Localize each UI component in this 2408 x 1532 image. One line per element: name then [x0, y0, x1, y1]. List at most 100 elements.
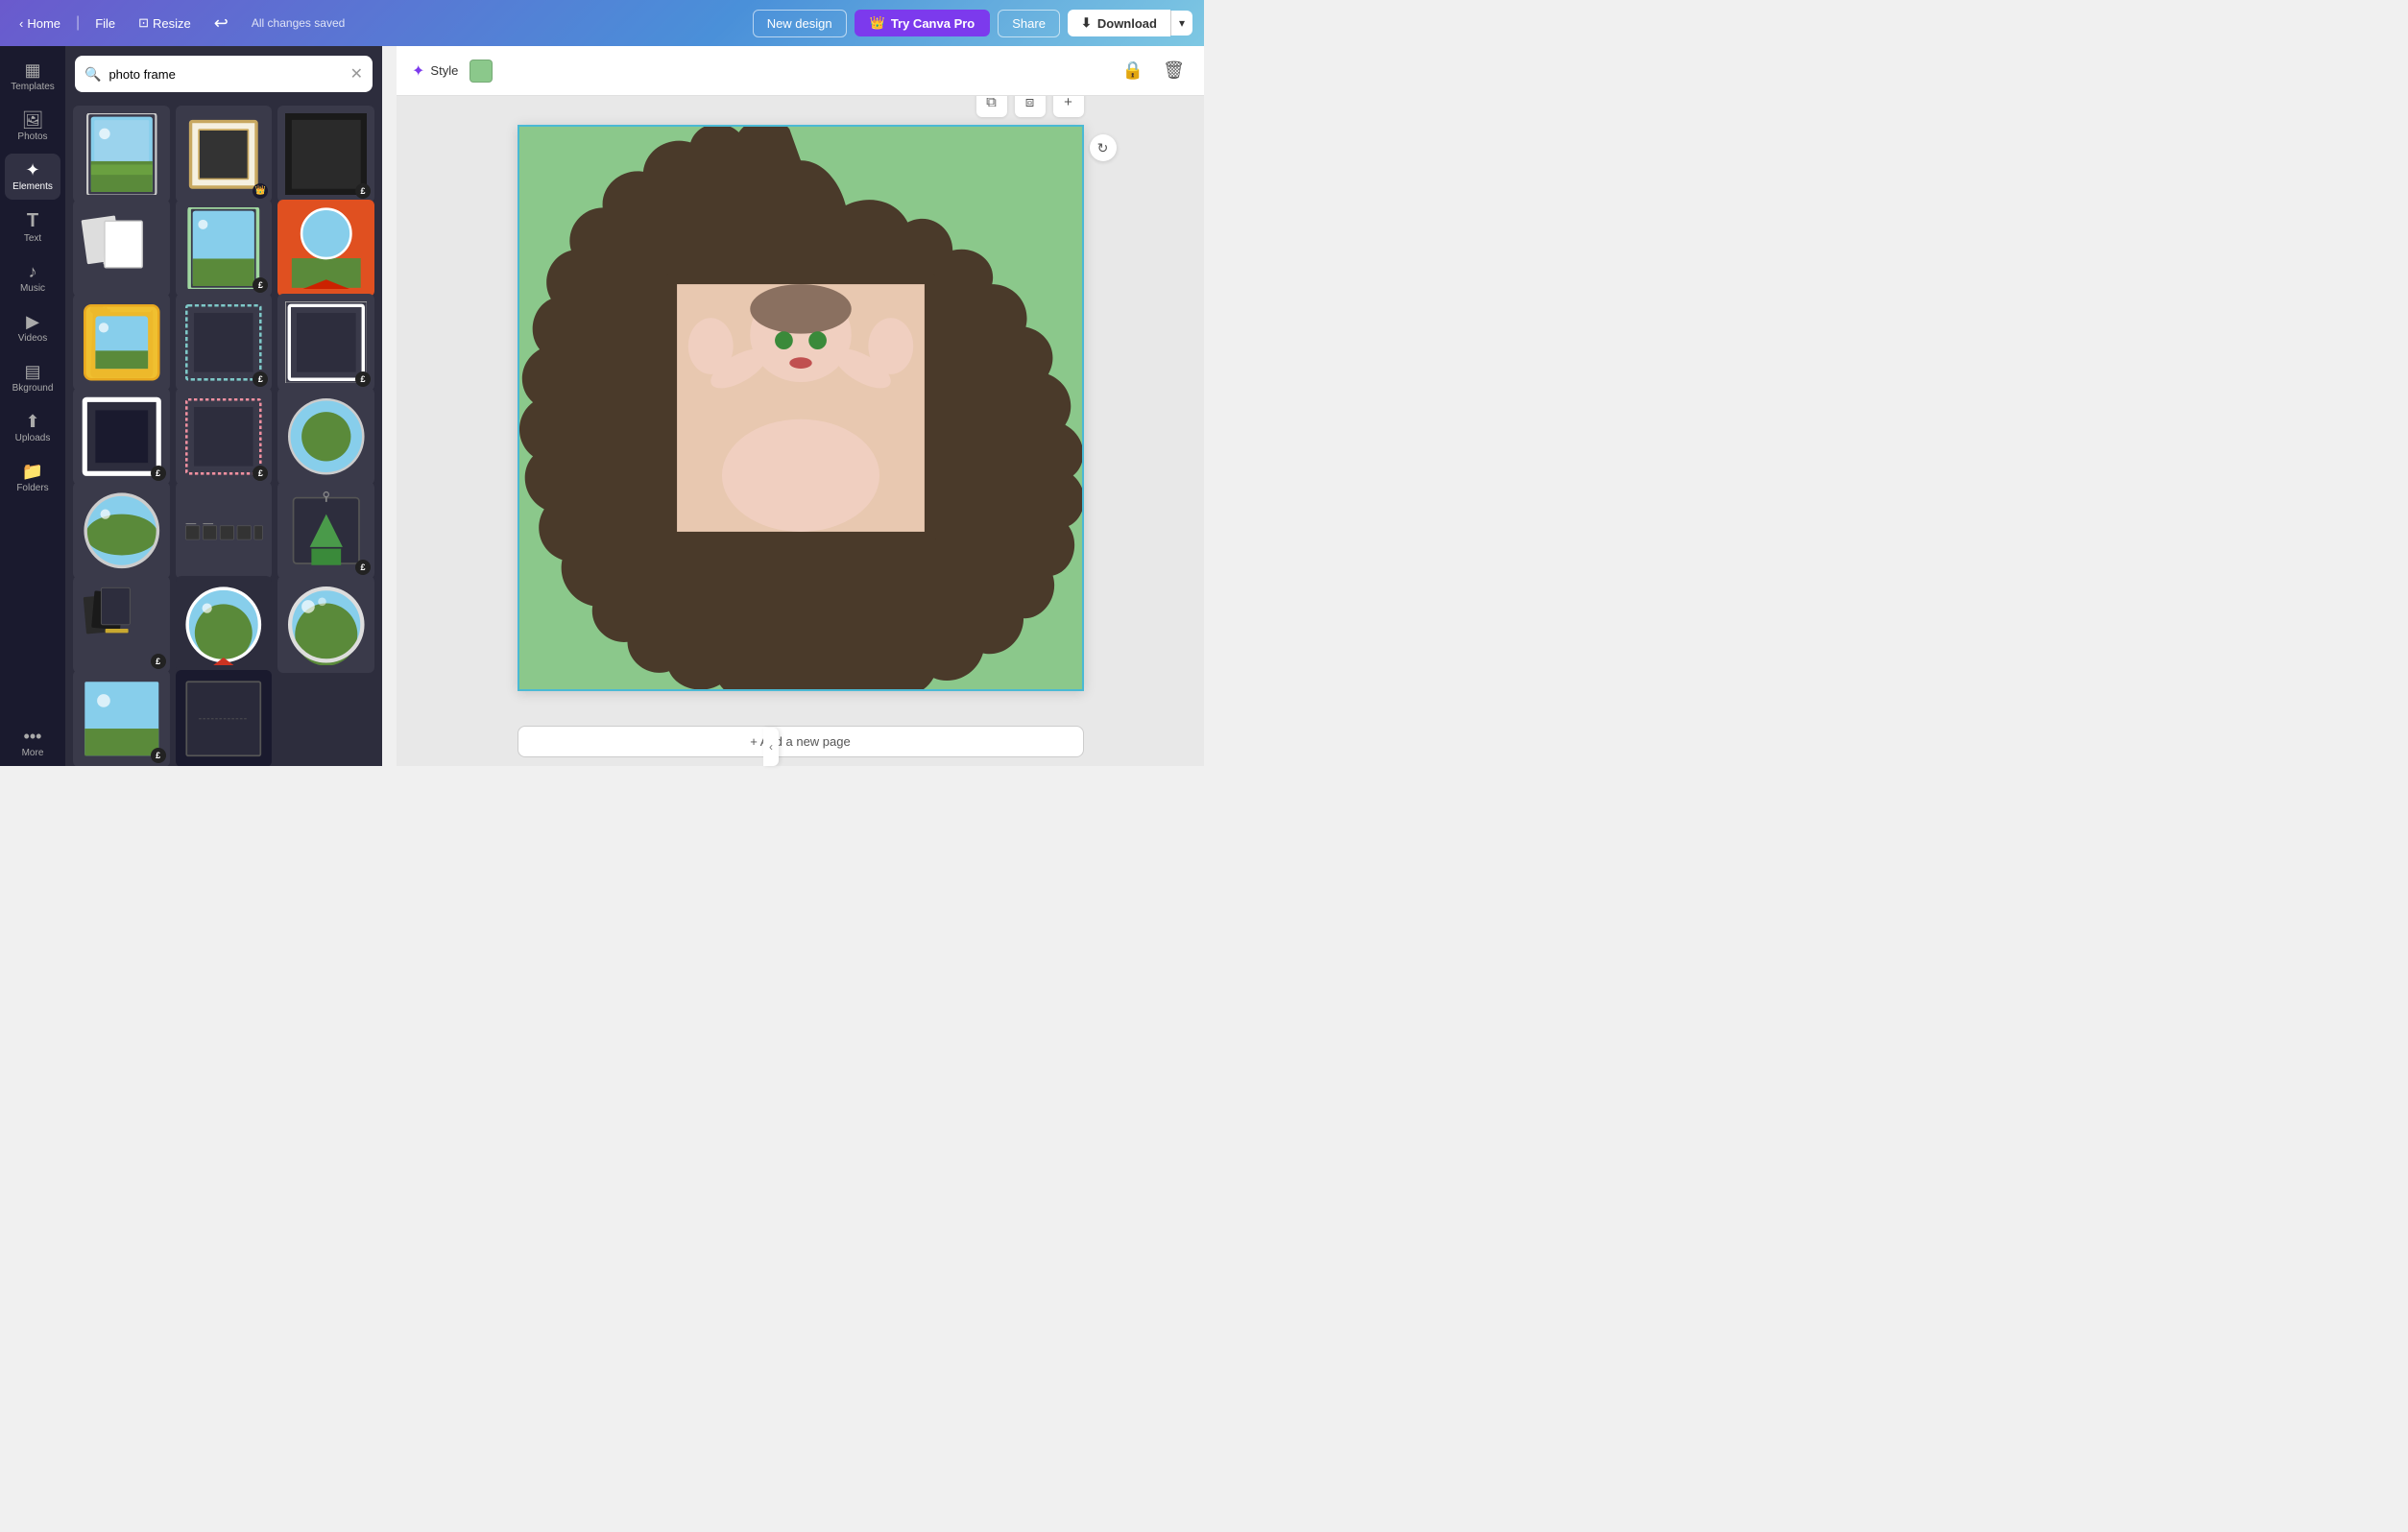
elements-icon: ✦ [25, 161, 39, 179]
home-button[interactable]: ‹ Home [12, 12, 68, 35]
frame-thumb-15[interactable]: £ [277, 482, 374, 579]
templates-label: Templates [11, 82, 55, 92]
topbar-left: ‹ Home | File ⊡ Resize ↩ All changes sav… [12, 10, 345, 37]
frame-thumb-10[interactable]: £ [73, 388, 170, 485]
new-design-button[interactable]: New design [753, 10, 847, 37]
style-bar-right: 🔒 🗑 [1119, 57, 1189, 84]
text-label: Text [24, 233, 41, 244]
frame-thumb-16[interactable]: £ [73, 576, 170, 673]
search-clear-button[interactable]: ✕ [350, 64, 363, 84]
frame-svg-9 [285, 301, 368, 384]
search-icon: 🔍 [84, 66, 101, 83]
free-badge-19: £ [151, 748, 166, 763]
search-input[interactable] [108, 67, 342, 82]
style-text: Style [430, 63, 458, 78]
main-frame-svg [519, 127, 1082, 689]
elements-label: Elements [12, 181, 53, 192]
sidebar-item-folders[interactable]: 📁 Folders [5, 455, 60, 501]
share-button[interactable]: Share [998, 10, 1060, 37]
frame-thumb-7[interactable] [73, 294, 170, 391]
download-icon: ⬇ [1081, 15, 1092, 31]
sidebar-item-more[interactable]: ••• More [5, 720, 60, 766]
frame-svg-4 [81, 207, 163, 290]
frame-thumb-1[interactable] [73, 106, 170, 203]
free-badge-15: £ [355, 560, 371, 575]
frame-thumb-9[interactable]: £ [277, 294, 374, 391]
free-badge-16: £ [151, 654, 166, 669]
try-pro-button[interactable]: 👑 Try Canva Pro [855, 10, 991, 36]
lock-button[interactable]: 🔒 [1119, 57, 1147, 84]
file-label: File [95, 16, 115, 31]
frame-thumb-12[interactable] [277, 388, 374, 485]
frame-svg-14 [182, 490, 265, 572]
frame-svg-7 [81, 301, 163, 384]
sidebar-item-templates[interactable]: ▦ Templates [5, 54, 60, 100]
panel-hide-button[interactable]: ‹ [763, 728, 779, 766]
sidebar-item-photos[interactable]: 🖼 Photos [5, 104, 60, 150]
frame-on-canvas [519, 127, 1082, 689]
add-page-icon-button[interactable]: + [1053, 96, 1084, 117]
sidebar-item-uploads[interactable]: ⬆ Uploads [5, 405, 60, 451]
sidebar-item-text[interactable]: T Text [5, 203, 60, 251]
right-eye [808, 331, 827, 349]
folders-icon: 📁 [22, 463, 43, 480]
hide-panel-icon: ‹ [769, 740, 773, 754]
frame-thumb-8[interactable]: £ [176, 294, 273, 391]
sidebar-item-elements[interactable]: ✦ Elements [5, 154, 60, 200]
add-page-bar: + Add a new page [397, 716, 1204, 766]
body-shape [721, 419, 879, 532]
duplicate-page-button[interactable]: ⧈ [1015, 96, 1046, 117]
videos-icon: ▶ [26, 313, 39, 330]
more-icon: ••• [24, 728, 42, 745]
results-grid: 👑 £ [65, 102, 382, 766]
free-badge-11: £ [253, 466, 268, 481]
frame-svg-6 [285, 207, 368, 290]
separator: | [76, 14, 80, 32]
frame-thumb-20[interactable] [176, 670, 273, 766]
frame-svg-1 [81, 113, 163, 196]
search-bar: 🔍 ✕ [75, 56, 373, 92]
topbar: ‹ Home | File ⊡ Resize ↩ All changes sav… [0, 0, 1204, 46]
frame-thumb-2[interactable]: 👑 [176, 106, 273, 203]
delete-button[interactable]: 🗑 [1159, 57, 1189, 84]
videos-label: Videos [18, 333, 47, 344]
canvas-refresh-button[interactable]: ↻ [1090, 134, 1117, 161]
canvas-scroll[interactable]: ⧉ ⧈ + [397, 96, 1204, 716]
frame-thumb-11[interactable]: £ [176, 388, 273, 485]
free-badge-5: £ [253, 277, 268, 293]
download-dropdown-button[interactable]: ▾ [1170, 11, 1192, 36]
resize-icon: ⊡ [138, 15, 149, 31]
frame-thumb-5[interactable]: £ [176, 200, 273, 297]
home-label: Home [27, 16, 60, 31]
frame-thumb-14[interactable] [176, 482, 273, 579]
undo-button[interactable]: ↩ [206, 10, 236, 37]
uploads-icon: ⬆ [25, 413, 39, 430]
frame-thumb-19[interactable]: £ [73, 670, 170, 766]
file-button[interactable]: File [87, 12, 123, 35]
resize-button[interactable]: ⊡ Resize [131, 12, 199, 35]
left-hand [687, 318, 733, 374]
frame-thumb-3[interactable]: £ [277, 106, 374, 203]
frame-thumb-17[interactable] [176, 576, 273, 673]
sidebar-item-music[interactable]: ♪ Music [5, 255, 60, 301]
elements-panel: 🔍 ✕ 👑 [65, 46, 382, 766]
frame-thumb-6[interactable] [277, 200, 374, 297]
frame-svg-17 [182, 584, 265, 666]
add-new-page-button[interactable]: + Add a new page [518, 726, 1084, 757]
hair-shape [750, 284, 851, 334]
download-button[interactable]: ⬇ Download [1068, 10, 1170, 36]
frame-svg-5 [182, 207, 265, 290]
uploads-label: Uploads [15, 433, 51, 443]
frame-svg-10 [81, 395, 163, 478]
main-layout: ▦ Templates 🖼 Photos ✦ Elements T Text ♪… [0, 46, 1204, 766]
canvas-page[interactable]: ↻ [518, 125, 1084, 691]
frame-thumb-4[interactable] [73, 200, 170, 297]
bkground-icon: ▤ [24, 363, 40, 380]
frame-thumb-13[interactable] [73, 482, 170, 579]
frame-thumb-18[interactable] [277, 576, 374, 673]
copy-page-button[interactable]: ⧉ [976, 96, 1007, 117]
sidebar-item-videos[interactable]: ▶ Videos [5, 305, 60, 351]
color-swatch[interactable] [470, 60, 493, 83]
free-badge-9: £ [355, 371, 371, 387]
sidebar-item-bkground[interactable]: ▤ Bkground [5, 355, 60, 401]
